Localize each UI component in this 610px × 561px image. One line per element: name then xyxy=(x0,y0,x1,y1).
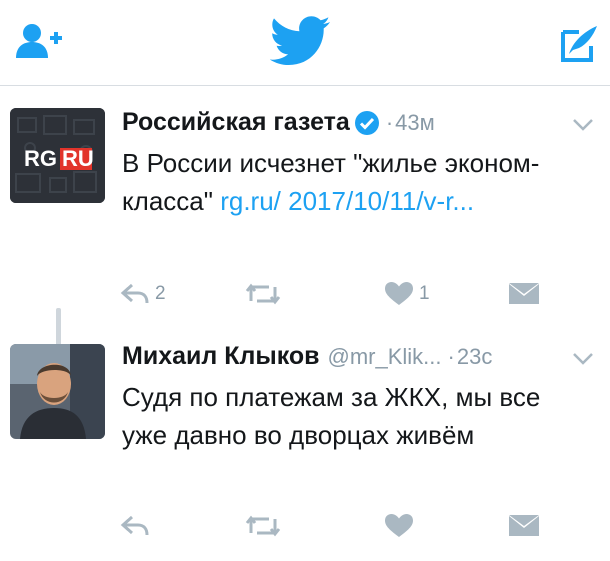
tweet-link[interactable]: rg.ru/ 2017/10/11/v-r... xyxy=(220,186,474,216)
tweet-text: В России исчезнет "жилье эконом-класса" … xyxy=(122,144,592,220)
twitter-bird-icon[interactable] xyxy=(269,13,332,69)
like-button[interactable] xyxy=(384,508,419,544)
tweet-time[interactable]: 43м xyxy=(395,110,435,135)
envelope-icon xyxy=(509,515,539,536)
reply-icon xyxy=(120,515,149,536)
tweet[interactable]: RG RU Российская газета ·43м В России исч… xyxy=(0,98,610,423)
separator-dot: · xyxy=(385,109,394,135)
rg-logo-icon: RG RU xyxy=(10,108,105,203)
tweet-header: Михаил Клыков @mr_Klik... ·23с xyxy=(122,342,492,371)
compose-tweet-icon[interactable] xyxy=(557,22,601,66)
author-handle[interactable]: @mr_Klik... xyxy=(328,344,442,369)
retweet-icon xyxy=(245,283,281,305)
like-count: 1 xyxy=(419,283,430,304)
direct-message-button[interactable] xyxy=(508,508,540,544)
tweet-text-content: Судя по платежам за ЖКХ, мы все уже давн… xyxy=(122,382,541,450)
separator-dot: · xyxy=(447,343,455,369)
author-name[interactable]: Михаил Клыков xyxy=(122,342,320,370)
add-user-icon[interactable] xyxy=(14,22,64,62)
retweet-button[interactable] xyxy=(245,276,286,312)
user-photo-icon xyxy=(10,344,105,439)
tweet-actions xyxy=(118,508,558,544)
reply-button[interactable]: 2 xyxy=(120,276,166,312)
chevron-down-icon[interactable] xyxy=(572,118,594,132)
retweet-icon xyxy=(245,515,281,537)
envelope-icon xyxy=(509,283,539,304)
heart-icon xyxy=(385,514,413,537)
reply-count: 2 xyxy=(155,283,166,304)
reply-icon xyxy=(120,283,149,304)
retweet-button[interactable] xyxy=(245,508,286,544)
author-name[interactable]: Российская газета xyxy=(122,108,350,136)
tweet-text: Судя по платежам за ЖКХ, мы все уже давн… xyxy=(122,378,592,454)
heart-icon xyxy=(385,282,413,305)
tweet-actions: 2 1 xyxy=(118,276,558,312)
rg-logo-text: RG xyxy=(24,146,57,171)
reply-button[interactable] xyxy=(120,508,155,544)
like-button[interactable]: 1 xyxy=(384,276,430,312)
verified-badge-icon xyxy=(354,110,380,136)
avatar[interactable] xyxy=(10,344,105,439)
header-divider xyxy=(0,85,610,86)
top-navigation-bar xyxy=(0,0,610,86)
avatar[interactable]: RG RU xyxy=(10,108,105,203)
rg-logo-ru-text: RU xyxy=(62,146,94,171)
tweet-time[interactable]: 23с xyxy=(457,344,492,369)
chevron-down-icon[interactable] xyxy=(572,352,594,366)
tweet-header: Российская газета ·43м xyxy=(122,108,435,137)
direct-message-button[interactable] xyxy=(508,276,540,312)
tweet[interactable]: Михаил Клыков @mr_Klik... ·23с Судя по пла… xyxy=(0,330,610,561)
